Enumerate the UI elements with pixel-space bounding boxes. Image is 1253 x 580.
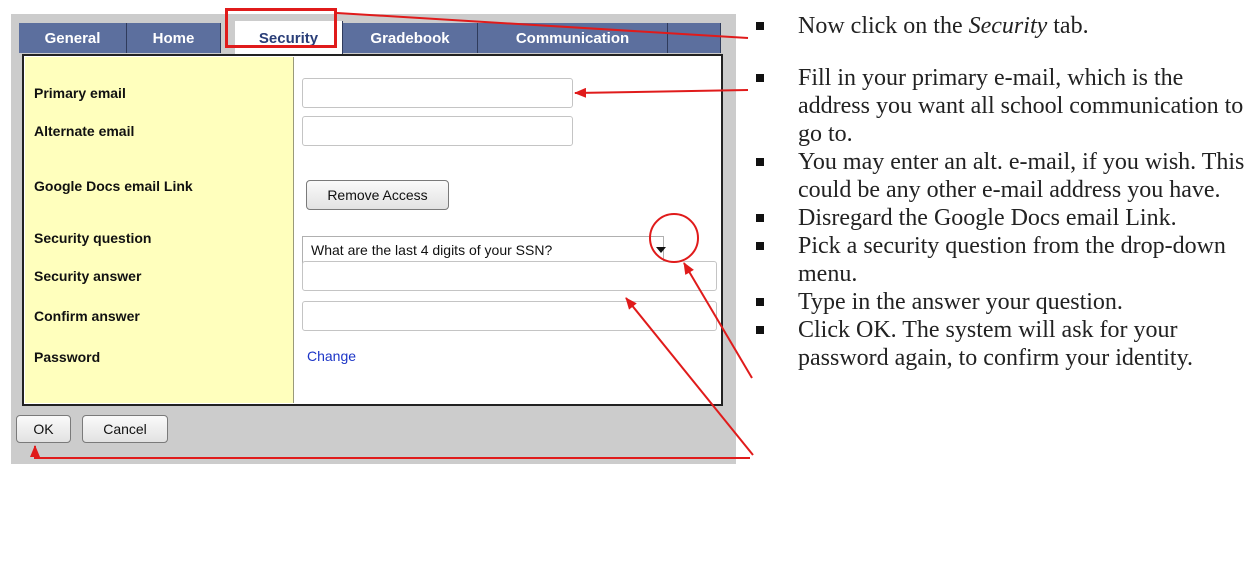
dropdown-arrow	[683, 262, 753, 379]
primary-email-arrow	[574, 87, 749, 98]
instruction-step-3: You may enter an alt. e-mail, if you wis…	[756, 148, 1246, 204]
ok-callout-line	[34, 447, 750, 459]
instruction-step-2: Fill in your primary e-mail, which is th…	[756, 64, 1246, 148]
instruction-step-6: Type in the answer your question.	[756, 288, 1246, 316]
bullet-icon	[756, 74, 764, 82]
instruction-step-7: Click OK. The system will ask for your p…	[756, 316, 1246, 372]
answer-arrow	[625, 297, 754, 456]
bullet-icon	[756, 22, 764, 30]
instruction-list: Now click on the Security tab. Fill in y…	[756, 12, 1246, 372]
bullet-icon	[756, 242, 764, 250]
security-tab-mention: Security	[968, 13, 1048, 39]
security-tab-callout-line	[336, 12, 749, 39]
instruction-step-4: Disregard the Google Docs email Link.	[756, 204, 1246, 232]
instruction-step-1: Now click on the Security tab.	[756, 12, 1246, 40]
bullet-icon	[756, 158, 764, 166]
bullet-icon	[756, 214, 764, 222]
bullet-icon	[756, 326, 764, 334]
bullet-icon	[756, 298, 764, 306]
instruction-step-5: Pick a security question from the drop-d…	[756, 232, 1246, 288]
